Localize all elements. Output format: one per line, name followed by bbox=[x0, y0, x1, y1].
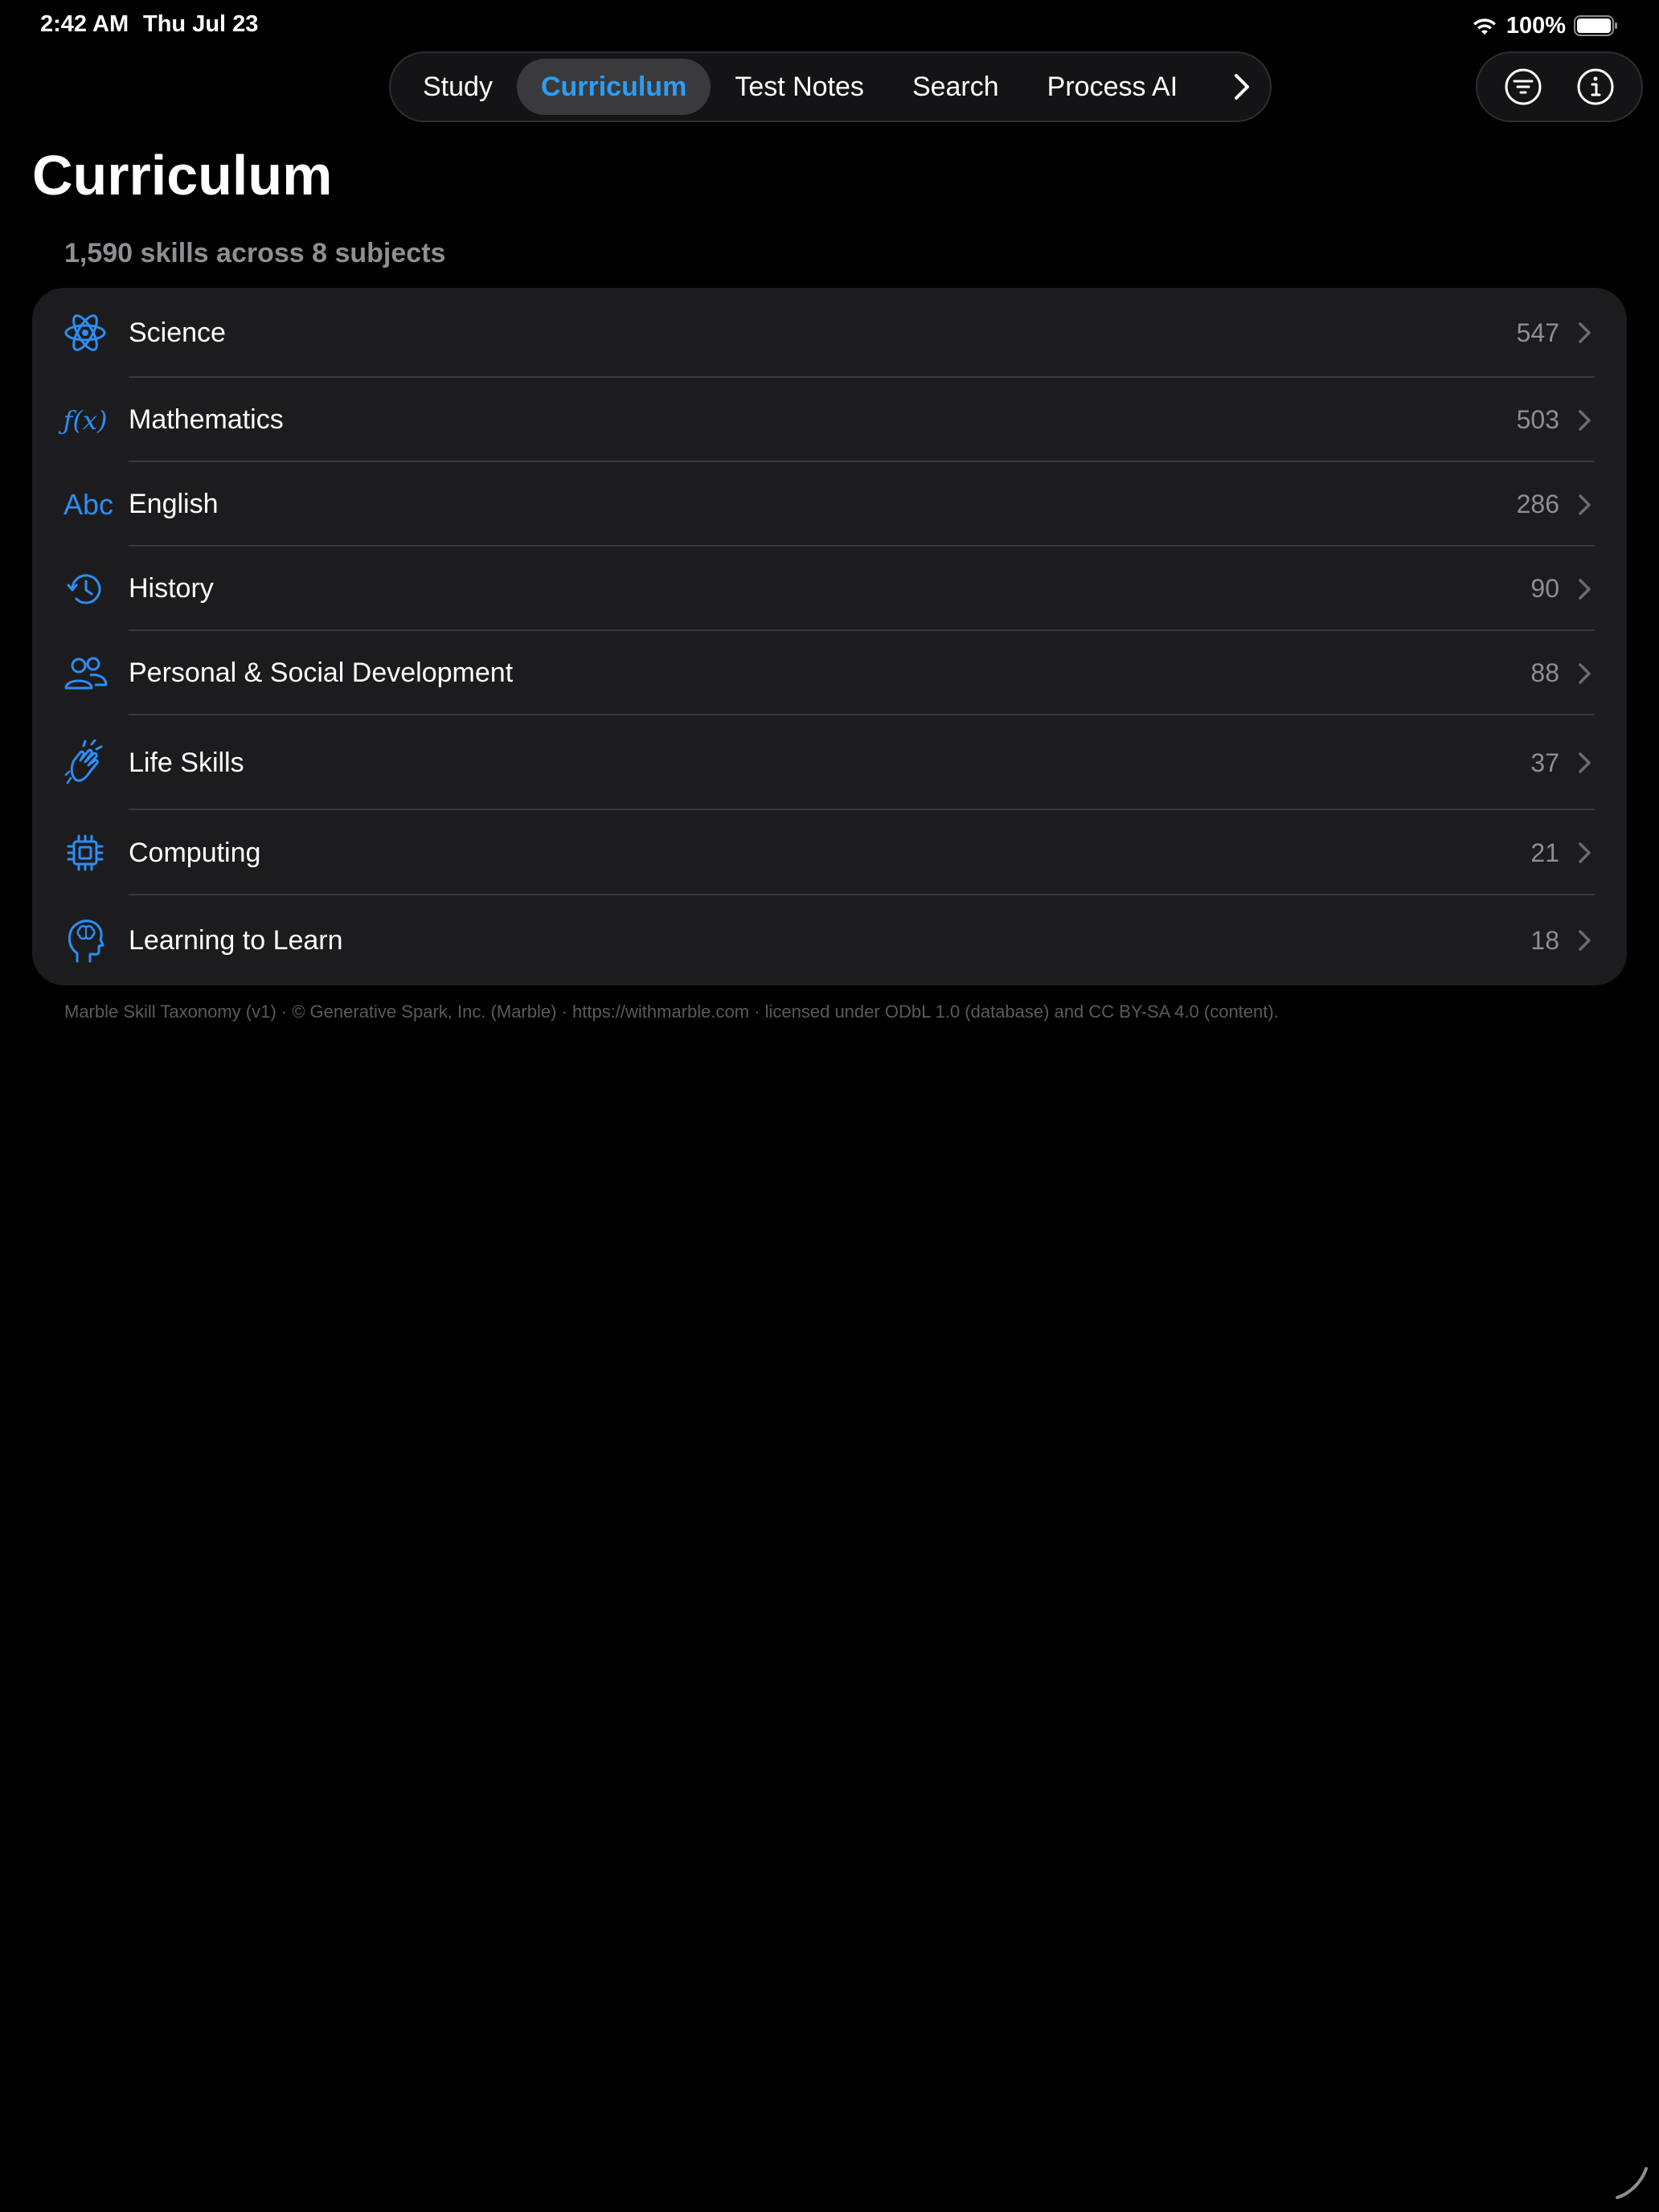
subject-row-learning-to-learn[interactable]: Learning to Learn 18 bbox=[32, 895, 1627, 985]
filter-icon bbox=[1505, 68, 1542, 105]
status-bar: 2:42 AM Thu Jul 23 100% bbox=[0, 0, 1659, 51]
tab-test-notes[interactable]: Test Notes bbox=[711, 59, 888, 115]
skill-count: 37 bbox=[1530, 748, 1559, 777]
chevron-right-icon bbox=[1579, 322, 1591, 343]
subject-row-life-skills[interactable]: Life Skills 37 bbox=[32, 715, 1627, 810]
subject-row-personal-social-development[interactable]: Personal & Social Development 88 bbox=[32, 631, 1627, 715]
chevron-right-icon bbox=[1579, 930, 1591, 951]
subject-row-computing[interactable]: Computing 21 bbox=[32, 810, 1627, 895]
wifi-icon bbox=[1473, 18, 1496, 35]
chevron-right-icon bbox=[1579, 578, 1591, 600]
brain-head-icon bbox=[59, 915, 111, 966]
subject-list: Science 547 ƒ(x) Mathematics 503 Abc Eng… bbox=[32, 288, 1627, 985]
people-icon bbox=[59, 648, 111, 699]
status-indicators: 100% bbox=[1471, 11, 1619, 40]
skills-summary: 1,590 skills across 8 subjects bbox=[64, 238, 446, 268]
tabs-scroll-right-button[interactable] bbox=[1222, 59, 1262, 115]
tab-search[interactable]: Search bbox=[888, 59, 1023, 115]
abc-text-icon: Abc bbox=[63, 487, 114, 521]
subject-label: Mathematics bbox=[129, 404, 284, 435]
tab-bar: Study Curriculum Test Notes Search Proce… bbox=[389, 51, 1272, 122]
skill-count: 547 bbox=[1516, 317, 1559, 347]
info-icon bbox=[1577, 68, 1614, 105]
toolbar-actions bbox=[1476, 51, 1643, 122]
skill-count: 503 bbox=[1516, 405, 1559, 434]
chevron-right-icon bbox=[1579, 842, 1591, 863]
chevron-right-icon bbox=[1579, 752, 1591, 773]
tab-process-ai[interactable]: Process AI bbox=[1023, 59, 1202, 115]
subject-label: English bbox=[129, 489, 219, 519]
battery-percentage: 100% bbox=[1505, 12, 1566, 39]
subject-row-history[interactable]: History 90 bbox=[32, 547, 1627, 631]
subject-label: Computing bbox=[129, 837, 261, 868]
subject-label: Learning to Learn bbox=[129, 924, 343, 956]
skill-count: 21 bbox=[1530, 838, 1559, 867]
tab-study[interactable]: Study bbox=[399, 59, 517, 115]
skill-count: 88 bbox=[1530, 658, 1559, 687]
subject-label: Personal & Social Development bbox=[129, 657, 514, 688]
subject-row-science[interactable]: Science 547 bbox=[32, 288, 1627, 378]
function-icon: ƒ(x) bbox=[63, 404, 108, 436]
status-time: 2:42 AM bbox=[40, 11, 129, 37]
skill-count: 286 bbox=[1516, 490, 1559, 518]
chevron-right-icon bbox=[1579, 409, 1591, 431]
resize-handle-icon[interactable] bbox=[1611, 2162, 1651, 2202]
subject-label: History bbox=[129, 573, 214, 604]
hands-clap-icon bbox=[59, 737, 111, 789]
subject-label: Life Skills bbox=[129, 747, 244, 778]
atom-icon bbox=[59, 307, 111, 358]
skill-count: 90 bbox=[1530, 574, 1559, 603]
battery-icon bbox=[1574, 15, 1617, 36]
tab-curriculum[interactable]: Curriculum bbox=[516, 59, 711, 115]
status-date: Thu Jul 23 bbox=[143, 11, 259, 37]
clock-history-icon bbox=[59, 563, 111, 615]
info-button[interactable] bbox=[1570, 61, 1621, 113]
subject-label: Science bbox=[129, 317, 226, 348]
chevron-right-icon bbox=[1579, 494, 1591, 515]
subject-row-english[interactable]: Abc English 286 bbox=[32, 462, 1627, 547]
chevron-right-icon bbox=[1235, 74, 1249, 100]
subject-row-mathematics[interactable]: ƒ(x) Mathematics 503 bbox=[32, 378, 1627, 462]
page-title: Curriculum bbox=[32, 144, 333, 207]
filter-button[interactable] bbox=[1497, 61, 1549, 113]
attribution-footer: Marble Skill Taxonomy (v1) · © Generativ… bbox=[64, 1002, 1279, 1022]
cpu-chip-icon bbox=[59, 827, 111, 879]
skill-count: 18 bbox=[1530, 925, 1559, 955]
chevron-right-icon bbox=[1579, 662, 1591, 684]
